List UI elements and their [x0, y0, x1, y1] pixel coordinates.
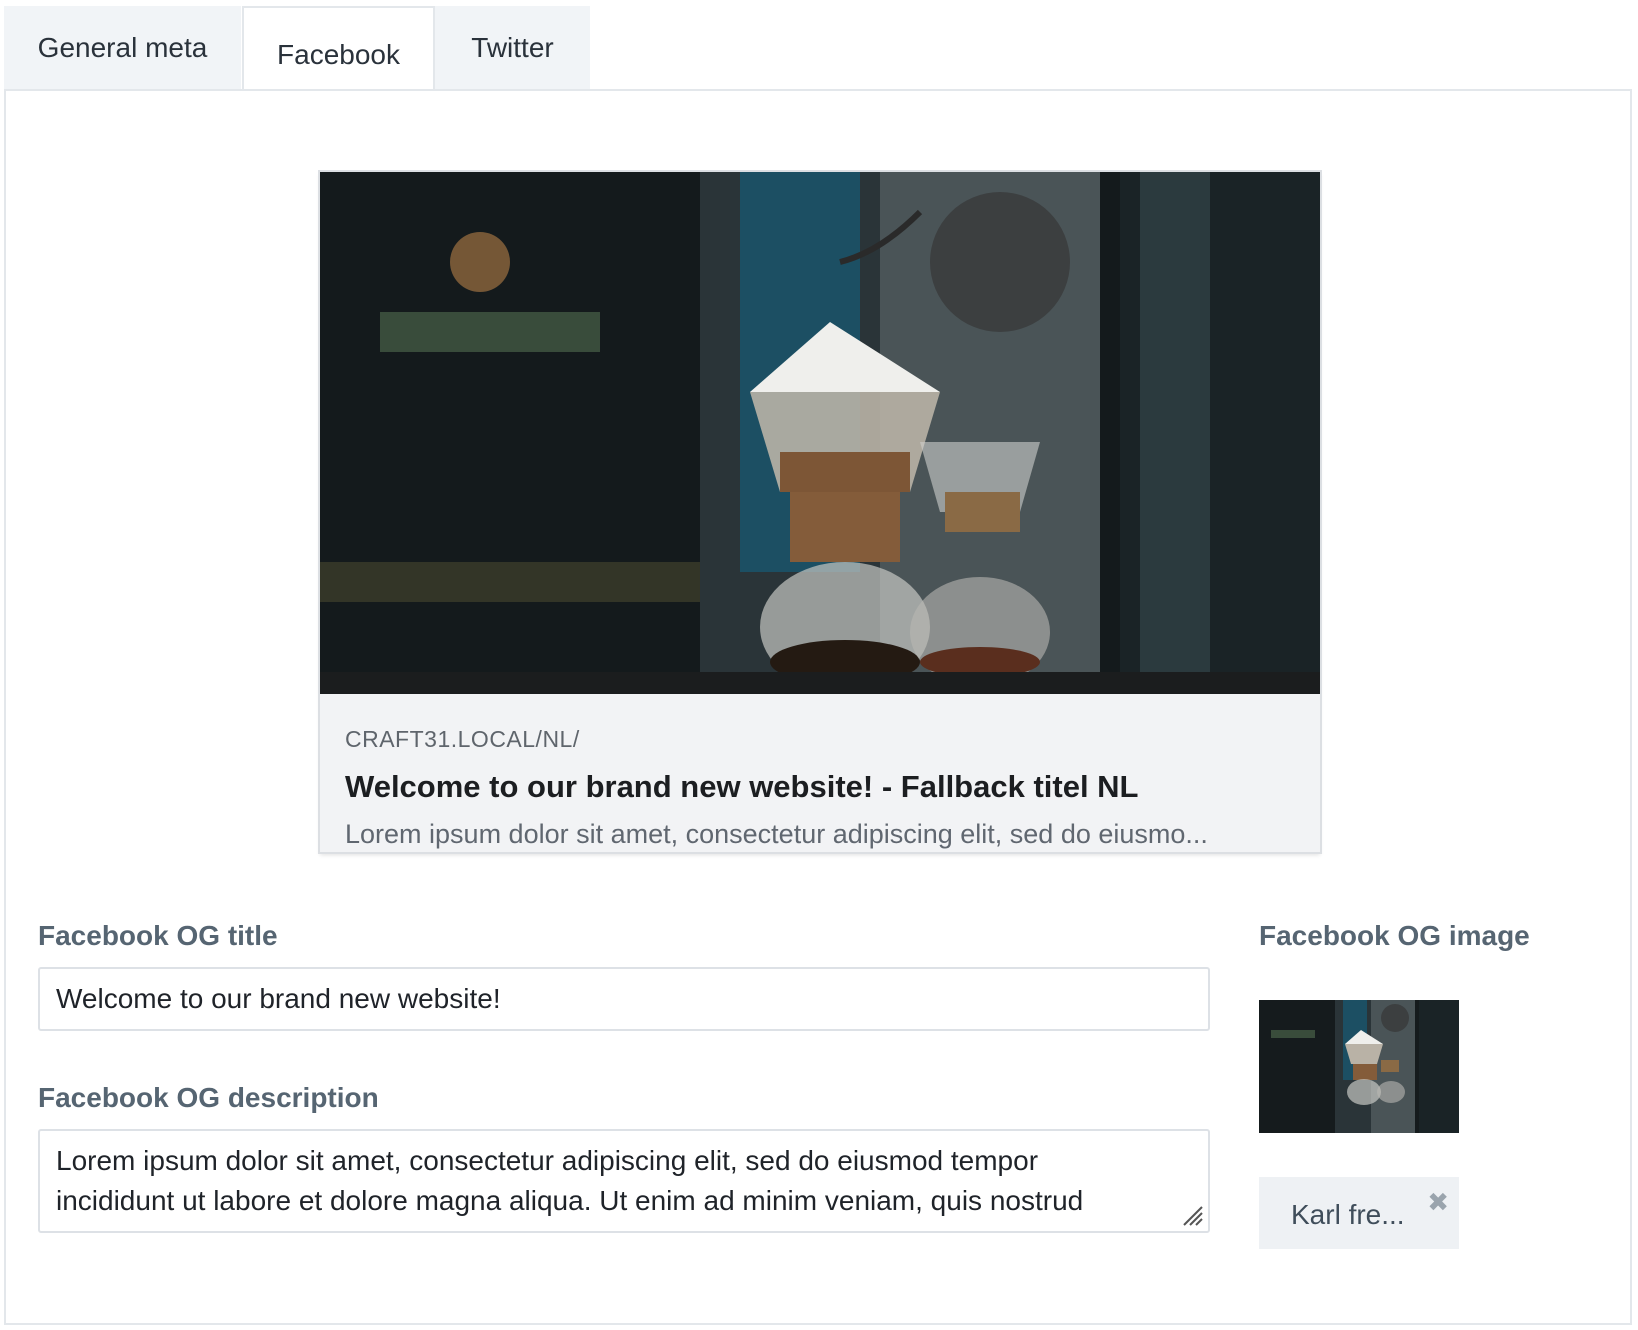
- facebook-share-preview: CRAFT31.LOCAL/NL/ Welcome to our brand n…: [320, 172, 1320, 852]
- coffee-thumbnail-image: [1259, 1000, 1459, 1133]
- og-description-label: Facebook OG description: [38, 1082, 379, 1113]
- preview-description: Lorem ipsum dolor sit amet, consectetur …: [345, 819, 1208, 849]
- og-description-line: Lorem ipsum dolor sit amet, consectetur …: [56, 1145, 1039, 1176]
- og-image-thumbnail[interactable]: [1259, 1000, 1459, 1133]
- resize-handle-icon[interactable]: [1178, 1201, 1204, 1227]
- og-description-line: incididunt ut labore et dolore magna ali…: [56, 1185, 1084, 1216]
- og-title-label: Facebook OG title: [38, 920, 278, 951]
- preview-meta: CRAFT31.LOCAL/NL/ Welcome to our brand n…: [345, 712, 1295, 850]
- remove-icon[interactable]: ✖: [1427, 1189, 1449, 1215]
- og-image-label: Facebook OG image: [1259, 920, 1530, 951]
- tab-facebook[interactable]: Facebook: [242, 6, 435, 92]
- tab-general-meta[interactable]: General meta: [4, 6, 241, 90]
- tab-twitter[interactable]: Twitter: [435, 6, 590, 90]
- preview-title: Welcome to our brand new website! - Fall…: [345, 769, 1139, 804]
- asset-chip-label: Karl fre...: [1291, 1199, 1405, 1230]
- og-title-value: Welcome to our brand new website!: [56, 983, 501, 1014]
- preview-domain: CRAFT31.LOCAL/NL/: [345, 726, 580, 752]
- og-description-textarea[interactable]: Lorem ipsum dolor sit amet, consectetur …: [38, 1129, 1210, 1233]
- og-title-input[interactable]: Welcome to our brand new website!: [38, 967, 1210, 1031]
- og-image-asset-chip[interactable]: Karl fre... ✖: [1259, 1177, 1459, 1249]
- preview-image: [320, 172, 1320, 694]
- coffee-photo: [320, 172, 1320, 694]
